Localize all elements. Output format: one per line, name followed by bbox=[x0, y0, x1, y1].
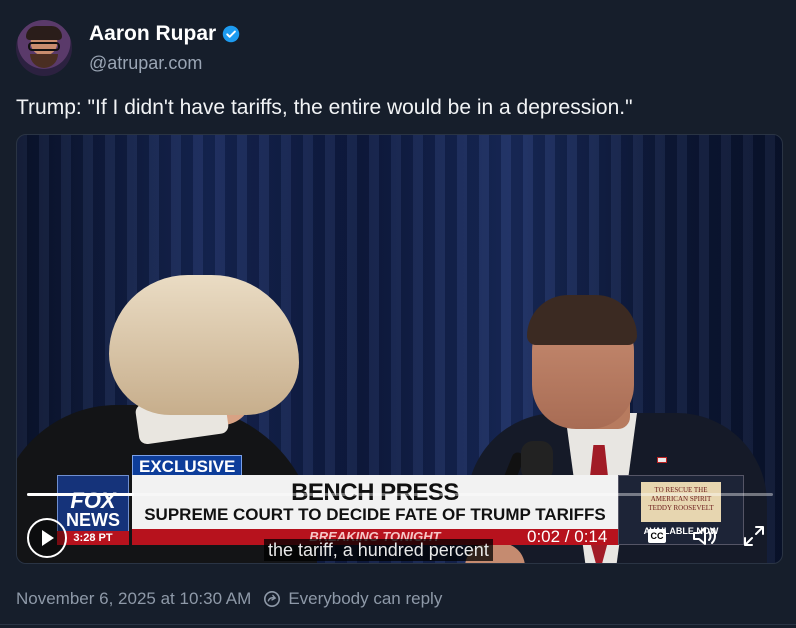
post-text: Trump: "If I didn't have tariffs, the en… bbox=[16, 96, 633, 119]
reply-setting[interactable]: Everybody can reply bbox=[288, 589, 442, 609]
book-author: TEDDY ROOSEVELT bbox=[648, 504, 714, 512]
volume-icon[interactable] bbox=[692, 525, 718, 547]
network-time: 3:28 PT bbox=[57, 531, 129, 545]
network-line2: NEWS bbox=[66, 510, 120, 530]
avatar-glasses bbox=[28, 42, 60, 51]
avatar-beard bbox=[30, 54, 58, 68]
post-date[interactable]: November 6, 2025 at 10:30 AM bbox=[16, 589, 251, 609]
divider bbox=[0, 624, 796, 625]
video-caption: the tariff, a hundred percent bbox=[264, 539, 493, 561]
lapel-pin bbox=[657, 457, 667, 463]
reply-settings-icon bbox=[264, 590, 281, 608]
book-cover: TO RESCUE THE AMERICAN SPIRIT TEDDY ROOS… bbox=[641, 482, 721, 522]
post-meta: November 6, 2025 at 10:30 AM Everybody c… bbox=[16, 589, 442, 609]
book-availability: AVAILABLE NOW bbox=[643, 526, 719, 536]
video-time: 0:02 / 0:14 bbox=[527, 527, 608, 546]
play-icon bbox=[42, 530, 54, 546]
play-button[interactable] bbox=[27, 518, 67, 558]
author-name[interactable]: Aaron Rupar bbox=[89, 22, 216, 46]
fullscreen-icon[interactable] bbox=[743, 525, 765, 547]
book-promo: TO RESCUE THE AMERICAN SPIRIT TEDDY ROOS… bbox=[618, 475, 744, 545]
author-handle[interactable]: @atrupar.com bbox=[89, 53, 202, 74]
chyron-subheadline: SUPREME COURT TO DECIDE FATE OF TRUMP TA… bbox=[144, 505, 606, 524]
author-name-row[interactable]: Aaron Rupar bbox=[89, 22, 240, 46]
interviewer-hair bbox=[527, 295, 637, 345]
avatar-hair bbox=[26, 26, 62, 40]
video-progress-fill bbox=[27, 493, 134, 496]
video-player[interactable]: EXCLUSIVE FOX NEWS 3:28 PT BENCH PRESS S… bbox=[16, 134, 783, 564]
avatar[interactable] bbox=[16, 20, 72, 76]
video-progress-bar[interactable] bbox=[27, 493, 773, 496]
verified-badge-icon bbox=[222, 25, 240, 43]
cc-icon[interactable]: CC bbox=[648, 529, 666, 543]
